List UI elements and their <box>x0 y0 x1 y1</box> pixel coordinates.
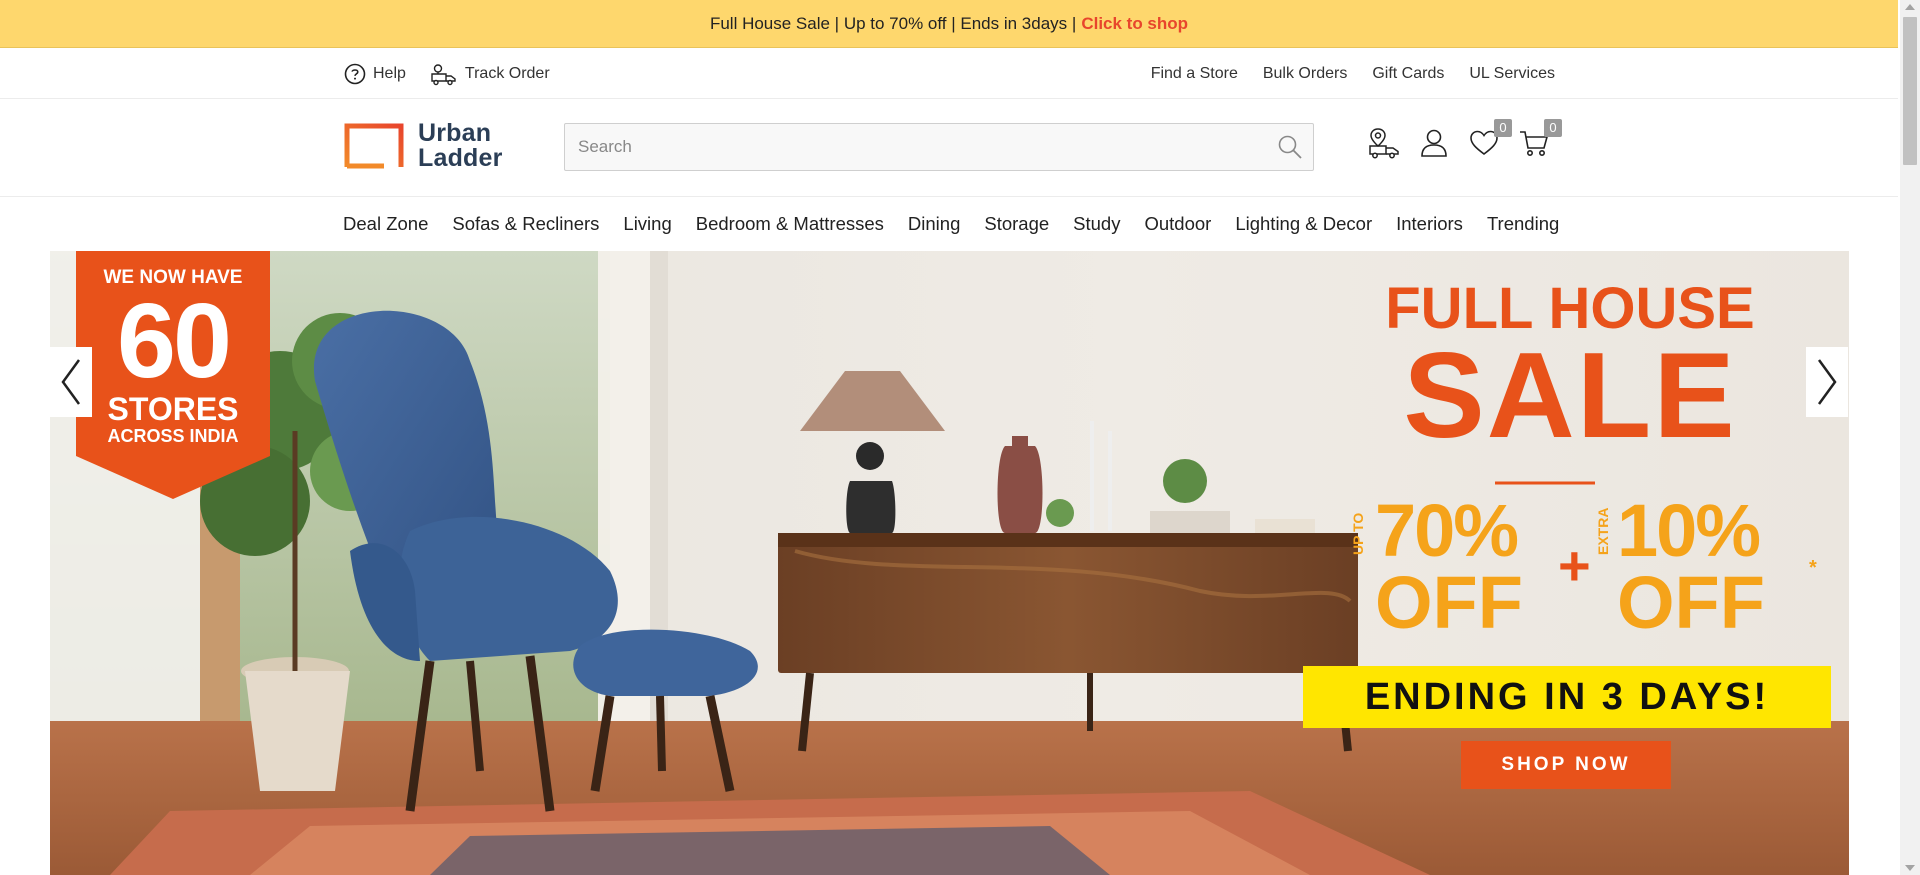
ribbon-line2: STORES <box>107 391 239 427</box>
plus-sign: + <box>1558 534 1591 597</box>
nav-item-lighting-decor[interactable]: Lighting & Decor <box>1235 213 1372 235</box>
user-icon <box>1421 129 1447 157</box>
search-box <box>564 123 1314 171</box>
upto-label: UP TO <box>1350 512 1366 555</box>
wishlist-count-badge: 0 <box>1494 119 1512 137</box>
ending-banner-text: ENDING IN 3 DAYS! <box>1364 676 1770 718</box>
main-navigation: Deal Zone Sofas & Recliners Living Bedro… <box>0 197 1898 250</box>
extra-label: EXTRA <box>1595 507 1611 555</box>
nav-item-deal-zone[interactable]: Deal Zone <box>343 213 428 235</box>
nav-item-outdoor[interactable]: Outdoor <box>1144 213 1211 235</box>
discount-10: 10% <box>1617 489 1761 572</box>
scroll-thumb[interactable] <box>1903 17 1917 165</box>
promo-cta-link[interactable]: Click to shop <box>1081 14 1188 34</box>
help-link[interactable]: Help <box>344 63 406 85</box>
help-circle-icon <box>344 63 366 85</box>
asterisk: * <box>1809 557 1817 579</box>
nav-item-storage[interactable]: Storage <box>984 213 1049 235</box>
shop-now-button[interactable]: SHOP NOW <box>1461 741 1671 789</box>
logo-text-line1: Urban <box>418 119 492 147</box>
nav-item-dining[interactable]: Dining <box>908 213 960 235</box>
bulk-orders-link[interactable]: Bulk Orders <box>1263 65 1347 83</box>
stores-ribbon: WE NOW HAVE 60 STORES ACROSS INDIA <box>76 251 270 456</box>
store-locator-button[interactable] <box>1368 127 1400 159</box>
logo-text: Urban Ladder <box>418 121 503 171</box>
track-order-link[interactable]: Track Order <box>430 62 550 86</box>
nav-item-sofas-recliners[interactable]: Sofas & Recliners <box>452 213 599 235</box>
nav-item-bedroom-mattresses[interactable]: Bedroom & Mattresses <box>696 213 884 235</box>
nav-item-interiors[interactable]: Interiors <box>1396 213 1463 235</box>
cart-count-badge: 0 <box>1544 119 1562 137</box>
chevron-right-icon <box>1817 359 1837 405</box>
carousel-next-button[interactable] <box>1806 347 1848 417</box>
search-icon[interactable] <box>1277 134 1303 160</box>
logo-mark-icon <box>344 123 404 169</box>
scroll-down-arrow-icon[interactable] <box>1905 865 1915 871</box>
utility-bar: Help Track Order Find a Store Bulk Order… <box>0 49 1898 99</box>
find-store-link[interactable]: Find a Store <box>1151 65 1238 83</box>
page-scrollbar[interactable] <box>1900 0 1920 875</box>
track-order-label: Track Order <box>464 65 550 82</box>
profile-button[interactable] <box>1418 127 1450 159</box>
scroll-up-arrow-icon[interactable] <box>1905 4 1915 10</box>
nav-item-study[interactable]: Study <box>1073 213 1120 235</box>
wishlist-button[interactable]: 0 <box>1468 119 1512 159</box>
urban-ladder-logo[interactable]: Urban Ladder <box>344 121 503 171</box>
carousel-prev-button[interactable] <box>50 347 92 417</box>
search-input[interactable] <box>565 124 1255 170</box>
help-label: Help <box>373 65 406 82</box>
store-delivery-icon <box>1369 128 1399 159</box>
headline-sale: SALE <box>1403 327 1737 463</box>
nav-item-living[interactable]: Living <box>623 213 671 235</box>
off-label-2: OFF <box>1617 561 1765 644</box>
hero-banner[interactable]: WE NOW HAVE 60 STORES ACROSS INDIA FULL … <box>50 251 1849 875</box>
nav-item-trending[interactable]: Trending <box>1487 213 1559 235</box>
utility-left: Help Track Order <box>344 49 550 99</box>
site-header: Urban Ladder Search 0 0 <box>0 99 1898 197</box>
gift-cards-link[interactable]: Gift Cards <box>1372 65 1444 83</box>
off-label-1: OFF <box>1375 561 1523 644</box>
ribbon-line3: ACROSS INDIA <box>107 426 239 446</box>
ul-services-link[interactable]: UL Services <box>1469 65 1555 83</box>
ribbon-number: 60 <box>117 282 232 400</box>
delivery-truck-icon <box>431 64 456 86</box>
chevron-left-icon <box>61 359 81 405</box>
header-icons: 0 0 <box>1368 119 1562 159</box>
discount-70: 70% <box>1375 489 1519 572</box>
discount-block: UP TO 70% OFF + EXTRA 10% OFF * <box>1350 489 1825 653</box>
sale-headline: FULL HOUSE SALE <box>1360 279 1780 463</box>
promo-text: Full House Sale | Up to 70% off | Ends i… <box>709 13 1077 33</box>
logo-text-line2: Ladder <box>418 144 503 172</box>
utility-right: Find a Store Bulk Orders Gift Cards UL S… <box>1151 49 1555 99</box>
cart-button[interactable]: 0 <box>1518 119 1562 159</box>
promo-bar: Full House Sale | Up to 70% off | Ends i… <box>0 0 1898 48</box>
